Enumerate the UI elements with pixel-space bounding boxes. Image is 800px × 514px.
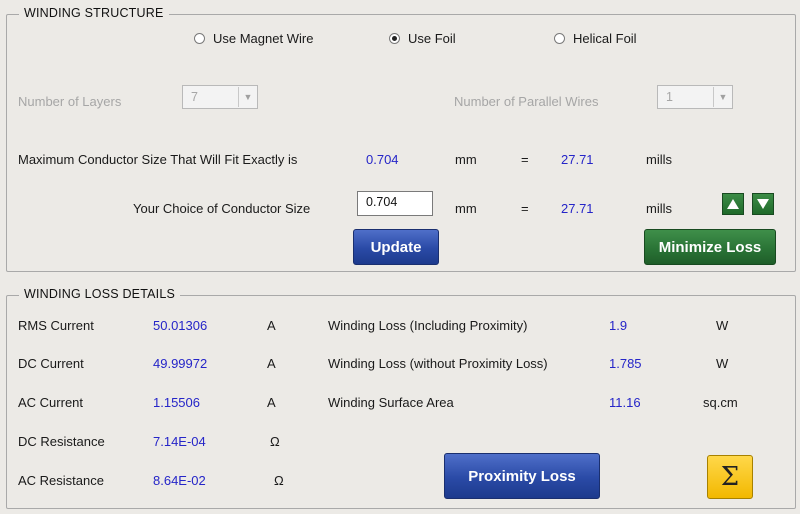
winding-surface-area-value: 11.16 [609,395,641,410]
ac-resistance-unit: Ω [274,473,284,488]
winding-loss-no-proximity-value: 1.785 [609,356,642,371]
max-unit-mills: mills [646,152,672,167]
max-conductor-size-label: Maximum Conductor Size That Will Fit Exa… [18,152,298,167]
choice-conductor-size-mills: 27.71 [561,201,594,216]
radio-indicator[interactable] [389,33,400,44]
dc-current-label: DC Current [18,356,84,371]
rms-current-unit: A [267,318,276,333]
max-equals: = [521,152,529,167]
down-arrow-icon[interactable] [752,193,774,215]
winding-loss-proximity-value: 1.9 [609,318,628,333]
number-of-layers-value: 7 [191,90,198,104]
parallel-wires-label: Number of Parallel Wires [454,94,599,109]
chevron-down-icon[interactable]: ▼ [238,87,257,107]
number-of-layers-select[interactable]: 7 ▼ [182,85,258,109]
minimize-loss-button[interactable]: Minimize Loss [644,229,776,265]
winding-loss-title: WINDING LOSS DETAILS [19,287,181,301]
radio-magnet-wire[interactable]: Use Magnet Wire [194,31,313,46]
dc-resistance-value: 7.14E-04 [153,434,206,449]
radio-label: Use Magnet Wire [213,31,314,46]
proximity-loss-button[interactable]: Proximity Loss [444,453,600,499]
radio-indicator[interactable] [194,33,205,44]
choice-equals: = [521,201,529,216]
ac-current-unit: A [267,395,276,410]
winding-loss-no-proximity-label: Winding Loss (without Proximity Loss) [328,356,548,371]
radio-use-foil[interactable]: Use Foil [389,31,456,46]
max-conductor-size-mills: 27.71 [561,152,594,167]
parallel-wires-value: 1 [666,90,673,104]
ac-resistance-value: 8.64E-02 [153,473,206,488]
chevron-down-icon[interactable]: ▼ [713,87,732,107]
rms-current-label: RMS Current [18,318,94,333]
dc-current-unit: A [267,356,276,371]
winding-structure-title: WINDING STRUCTURE [19,6,169,20]
up-arrow-icon[interactable] [722,193,744,215]
conductor-size-input[interactable]: 0.704 [357,191,433,216]
radio-helical-foil[interactable]: Helical Foil [554,31,637,46]
winding-surface-area-unit: sq.cm [703,395,738,410]
dc-resistance-unit: Ω [270,434,280,449]
ac-resistance-label: AC Resistance [18,473,104,488]
winding-loss-no-proximity-unit: W [716,356,729,371]
radio-label: Use Foil [408,31,456,46]
radio-label: Helical Foil [573,31,637,46]
choice-unit-mm: mm [455,201,477,216]
parallel-wires-select[interactable]: 1 ▼ [657,85,733,109]
max-unit-mm: mm [455,152,477,167]
winding-surface-area-label: Winding Surface Area [328,395,454,410]
number-of-layers-label: Number of Layers [18,94,122,109]
dc-resistance-label: DC Resistance [18,434,105,449]
sigma-icon[interactable]: Σ [707,455,753,499]
ac-current-value: 1.15506 [153,395,200,410]
rms-current-value: 50.01306 [153,318,208,333]
ac-current-label: AC Current [18,395,84,410]
winding-loss-proximity-label: Winding Loss (Including Proximity) [328,318,528,333]
dc-current-value: 49.99972 [153,356,208,371]
conductor-choice-label: Your Choice of Conductor Size [133,201,311,216]
max-conductor-size-mm: 0.704 [366,152,399,167]
choice-unit-mills: mills [646,201,672,216]
radio-indicator[interactable] [554,33,565,44]
update-button[interactable]: Update [353,229,439,265]
winding-loss-proximity-unit: W [716,318,729,333]
